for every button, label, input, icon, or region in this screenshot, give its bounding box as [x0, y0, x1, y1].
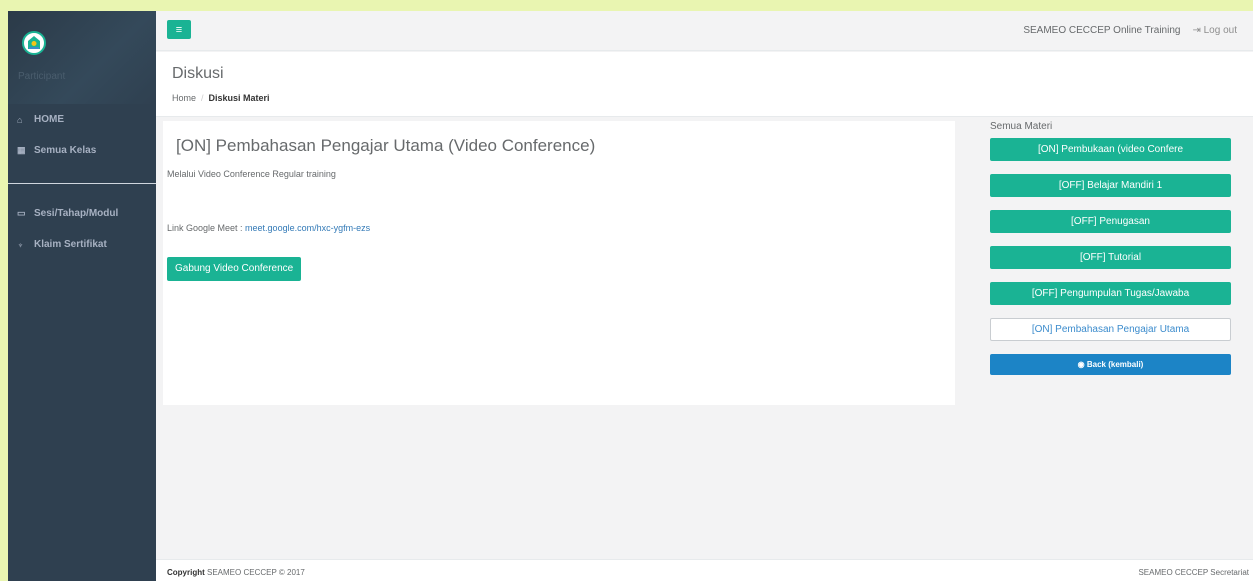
sidebar-item-sesi[interactable]: ▭ Sesi/Tahap/Modul [8, 198, 156, 229]
site-name: SEAMEO CECCEP Online Training [1023, 25, 1181, 36]
sign-out-icon: ⇥ [1192, 25, 1201, 36]
hamburger-icon: ≡ [175, 23, 183, 36]
material-button[interactable]: [OFF] Tutorial [990, 246, 1231, 269]
breadcrumb-current: Diskusi Materi [208, 93, 270, 103]
sidebar-item-label: Klaim Sertifikat [34, 239, 107, 250]
material-button[interactable]: [OFF] Pengumpulan Tugas/Jawaba [990, 282, 1231, 305]
page-title: Diskusi [172, 65, 224, 82]
topbar: ≡ SEAMEO CECCEP Online Training ⇥ Log ou… [156, 11, 1253, 51]
materials-title: Semua Materi [990, 121, 1053, 132]
folder-icon: ▭ [17, 208, 26, 218]
menu-toggle-button[interactable]: ≡ [167, 20, 191, 39]
content-card: [ON] Pembahasan Pengajar Utama (Video Co… [163, 121, 955, 405]
sidebar-item-label: Semua Kelas [34, 145, 97, 156]
logout-label: Log out [1203, 25, 1237, 36]
home-icon: ⌂ [17, 114, 23, 125]
breadcrumb: Home / Diskusi Materi [172, 93, 270, 103]
back-button[interactable]: ◉ Back (kembali) [990, 354, 1231, 375]
material-button[interactable]: [ON] Pembukaan (video Confere [990, 138, 1231, 161]
meet-link-line: Link Google Meet : meet.google.com/hxc-y… [167, 223, 370, 233]
page-heading: Diskusi Home / Diskusi Materi [156, 52, 1253, 117]
sidebar-profile: Participant [8, 11, 156, 104]
sidebar: Participant ⌂ HOME ▦ Semua Kelas ▭ Sesi/… [8, 11, 156, 581]
copyright-text: SEAMEO CECCEP © 2017 [204, 568, 305, 577]
sidebar-item-label: Sesi/Tahap/Modul [34, 208, 119, 219]
topbar-right: SEAMEO CECCEP Online Training ⇥ Log out [1023, 25, 1237, 36]
footer-right: SEAMEO CECCEP Secretariat [1138, 568, 1249, 577]
arrow-circle-left-icon: ◉ [1077, 360, 1085, 369]
sidebar-item-label: HOME [34, 114, 64, 125]
material-button-active[interactable]: [ON] Pembahasan Pengajar Utama [990, 318, 1231, 341]
footer-copyright: Copyright SEAMEO CECCEP © 2017 [167, 568, 305, 577]
meet-link-label: Link Google Meet : [167, 223, 246, 233]
sidebar-item-home[interactable]: ⌂ HOME [8, 104, 156, 135]
material-button[interactable]: [OFF] Penugasan [990, 210, 1231, 233]
materials-panel: Semua Materi [ON] Pembukaan (video Confe… [990, 121, 1231, 375]
logout-link[interactable]: ⇥ Log out [1192, 25, 1237, 36]
sidebar-nav: ⌂ HOME ▦ Semua Kelas ▭ Sesi/Tahap/Modul … [8, 104, 156, 260]
meet-link[interactable]: meet.google.com/hxc-ygfm-ezs [245, 223, 370, 233]
seameo-logo [22, 31, 46, 55]
content-title: [ON] Pembahasan Pengajar Utama (Video Co… [176, 136, 596, 155]
content-description: Melalui Video Conference Regular trainin… [167, 169, 336, 179]
copyright-bold: Copyright [167, 568, 205, 577]
material-button[interactable]: [OFF] Belajar Mandiri 1 [990, 174, 1231, 197]
back-label: Back (kembali) [1086, 360, 1144, 369]
join-video-conference-button[interactable]: Gabung Video Conference [167, 257, 302, 281]
trophy-icon: ♆ [17, 239, 24, 250]
sidebar-divider [8, 183, 156, 184]
sidebar-item-semua-kelas[interactable]: ▦ Semua Kelas [8, 135, 156, 166]
profile-role: Participant [18, 71, 66, 82]
calendar-icon: ▦ [17, 145, 26, 155]
footer: Copyright SEAMEO CECCEP © 2017 SEAMEO CE… [156, 559, 1253, 581]
breadcrumb-home[interactable]: Home [172, 93, 196, 103]
breadcrumb-separator: / [201, 93, 204, 103]
sidebar-item-klaim-sertifikat[interactable]: ♆ Klaim Sertifikat [8, 229, 156, 260]
